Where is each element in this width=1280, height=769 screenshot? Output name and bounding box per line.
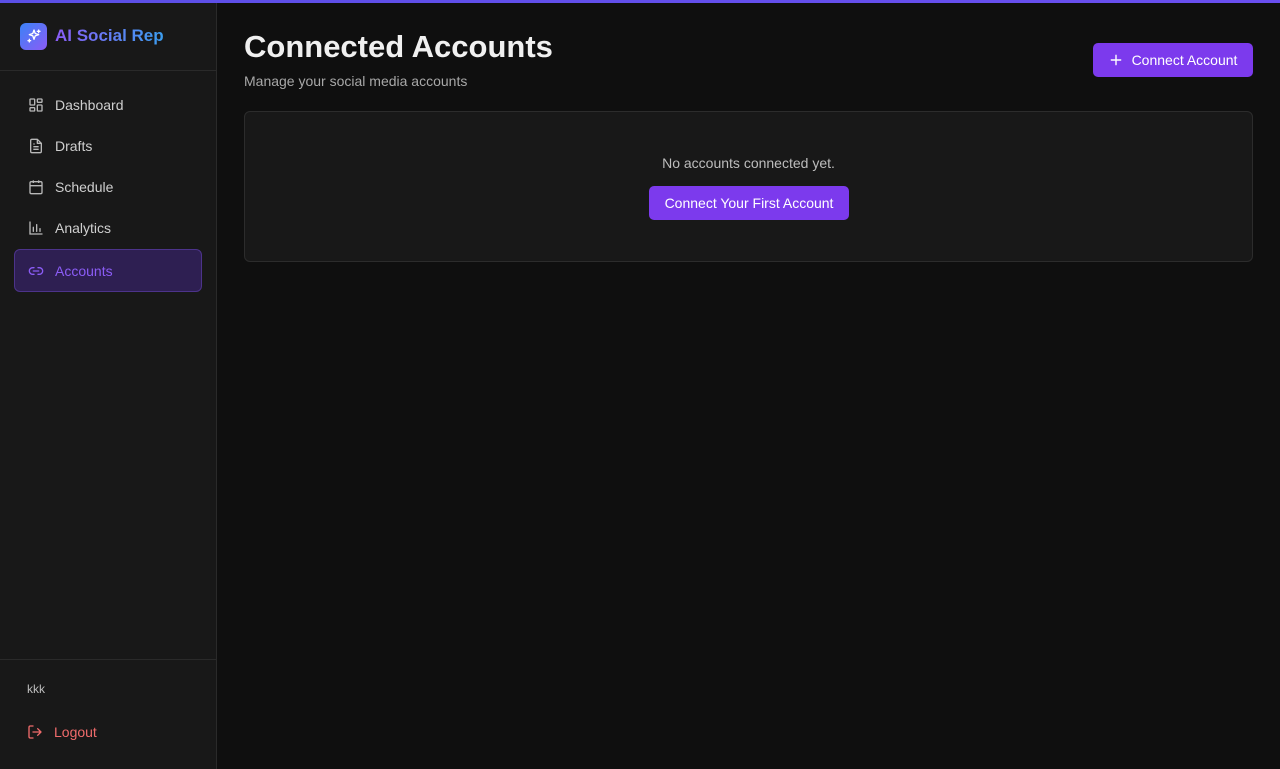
calendar-icon: [28, 179, 44, 195]
empty-state-message: No accounts connected yet.: [662, 155, 835, 171]
connect-account-button[interactable]: Connect Account: [1093, 43, 1253, 77]
sidebar-item-analytics[interactable]: Analytics: [14, 208, 202, 247]
username: kkk: [27, 682, 45, 696]
page-title: Connected Accounts: [244, 29, 553, 64]
empty-state-card: No accounts connected yet. Connect Your …: [244, 111, 1253, 262]
sidebar-item-drafts[interactable]: Drafts: [14, 126, 202, 165]
brand-name: AI Social Rep: [55, 26, 164, 45]
logout-icon: [27, 724, 43, 740]
sidebar-item-label: Drafts: [55, 137, 93, 154]
document-icon: [28, 138, 44, 154]
sidebar-item-accounts[interactable]: Accounts: [14, 249, 202, 292]
connect-account-label: Connect Account: [1131, 52, 1238, 68]
sidebar-item-schedule[interactable]: Schedule: [14, 167, 202, 206]
bar-chart-icon: [28, 220, 44, 236]
sidebar-item-dashboard[interactable]: Dashboard: [14, 85, 202, 124]
connect-first-account-label: Connect Your First Account: [664, 195, 834, 211]
link-icon: [28, 263, 44, 279]
sidebar-item-label: Dashboard: [55, 96, 124, 113]
sidebar: AI Social Rep Dashboard Drafts Schedule …: [0, 0, 217, 769]
brand[interactable]: AI Social Rep: [0, 0, 216, 71]
connect-first-account-button[interactable]: Connect Your First Account: [649, 186, 849, 220]
plus-icon: [1109, 53, 1123, 67]
top-accent-bar: [0, 0, 1280, 3]
sidebar-item-label: Analytics: [55, 219, 112, 236]
sparkles-icon: [20, 22, 47, 50]
sidebar-item-label: Schedule: [55, 178, 114, 195]
page-subtitle: Manage your social media accounts: [244, 73, 468, 89]
sidebar-item-label: Accounts: [55, 262, 113, 279]
logout-label: Logout: [54, 724, 97, 740]
dashboard-icon: [28, 97, 44, 113]
logout-button[interactable]: Logout: [27, 724, 97, 740]
sidebar-footer: kkk Logout: [0, 659, 216, 769]
sidebar-nav: Dashboard Drafts Schedule Analytics Acco…: [0, 71, 216, 292]
